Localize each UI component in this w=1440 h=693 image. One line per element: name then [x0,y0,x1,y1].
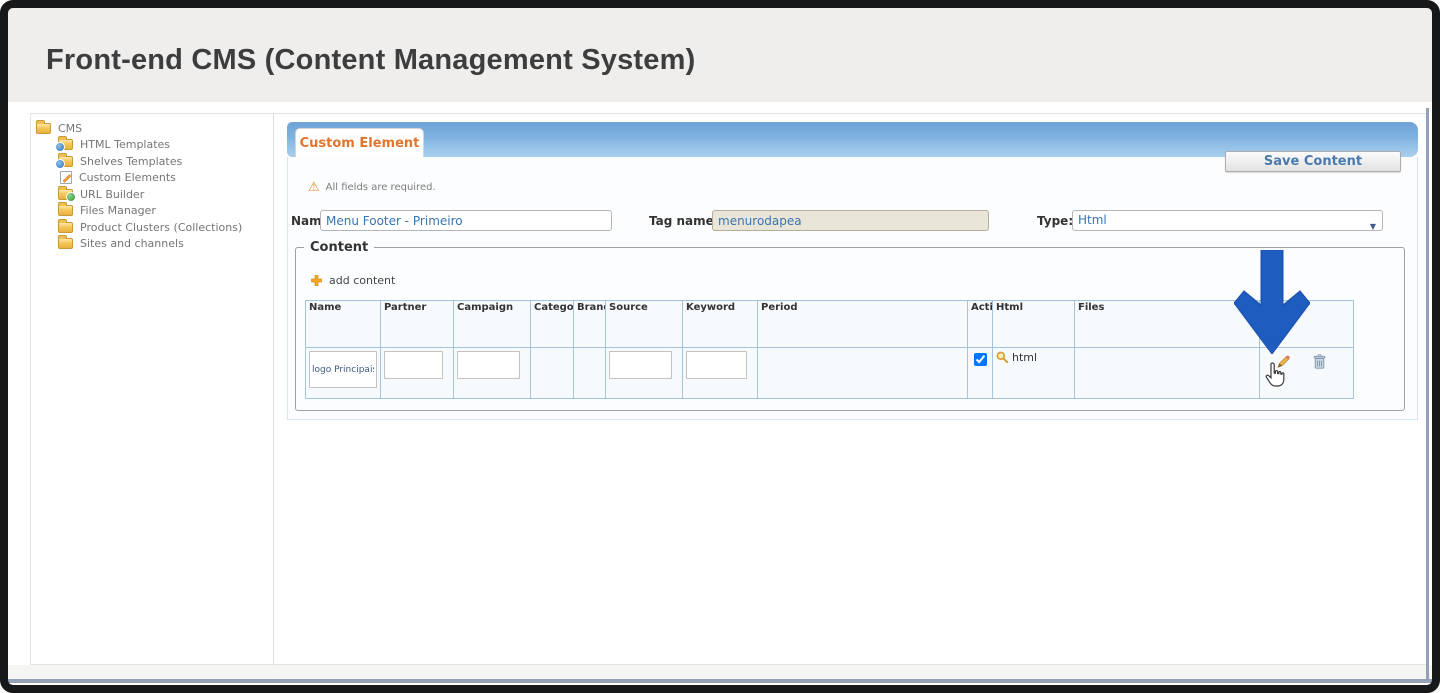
row-partner-input[interactable] [384,351,443,379]
sidebar-item-url-builder[interactable]: URL Builder [58,186,242,203]
folder-template-icon [58,139,73,150]
name-input[interactable] [320,210,612,231]
col-header-brand: Brand [574,301,606,348]
content-legend: Content [304,240,374,255]
required-note: ⚠ All fields are required. [308,181,436,194]
folder-icon [58,222,73,233]
col-header-html: Html [993,301,1075,348]
type-select[interactable]: Html ▼ [1072,210,1383,231]
type-select-value: Html [1078,213,1107,227]
col-header-actions [1260,301,1354,348]
col-header-source: Source [606,301,683,348]
col-header-period: Period [758,301,968,348]
sidebar-item-files-manager[interactable]: Files Manager [58,203,242,220]
sidebar-item-shelves-templates[interactable]: Shelves Templates [58,153,242,170]
header-band: Front-end CMS (Content Management System… [8,8,1432,102]
sidebar-item-product-clusters[interactable]: Product Clusters (Collections) [58,219,242,236]
edit-pencil-icon[interactable] [1275,354,1291,374]
content-table: Name Partner Campaign Category Brand Sou… [305,300,1354,399]
folder-icon [58,238,73,249]
required-note-text: All fields are required. [326,182,436,193]
table-header-row: Name Partner Campaign Category Brand Sou… [306,301,1354,348]
row-keyword-input[interactable] [686,351,747,379]
bottom-strip [8,665,1432,679]
right-edge-line [1426,108,1429,682]
col-header-keyword: Keyword [683,301,758,348]
sidebar-item-sites-and-channels[interactable]: Sites and channels [58,236,242,253]
row-category-cell [531,348,574,399]
sidebar-item-label: Product Clusters (Collections) [80,221,242,234]
folder-template-icon [58,156,73,167]
col-header-files: Files [1075,301,1260,348]
sidebar-tree: CMS HTML Templates Shelves Templates Cus… [36,120,242,252]
table-row: html [306,348,1354,399]
sidebar-divider [273,113,274,665]
sidebar-item-label: Files Manager [80,204,156,217]
page-title: Front-end CMS (Content Management System… [46,44,695,77]
sidebar-item-label: Custom Elements [79,171,176,184]
row-brand-cell [574,348,606,399]
sidebar-item-label: HTML Templates [80,138,170,151]
row-name-input[interactable] [309,351,377,388]
row-files-cell [1075,348,1260,399]
col-header-active: Active [968,301,993,348]
row-active-checkbox[interactable] [974,353,987,366]
sidebar-item-html-templates[interactable]: HTML Templates [58,137,242,154]
col-header-campaign: Campaign [454,301,531,348]
tree-root-label: CMS [58,122,82,135]
chevron-down-icon: ▼ [1370,217,1376,236]
html-preview-link[interactable]: html [996,351,1071,364]
tagname-label: Tag name: [649,214,719,228]
delete-trash-icon[interactable] [1313,354,1326,374]
row-campaign-input[interactable] [457,351,520,379]
sidebar-item-label: Shelves Templates [80,155,182,168]
add-icon [310,274,323,287]
col-header-name: Name [306,301,381,348]
folder-link-icon [58,189,73,200]
open-folder-icon [36,123,51,134]
bottom-edge-line [8,679,1432,683]
html-link-label: html [1012,351,1037,364]
magnifier-icon [996,351,1009,364]
app-window: Front-end CMS (Content Management System… [0,0,1440,693]
save-content-button[interactable]: Save Content [1225,151,1401,172]
warning-icon: ⚠ [308,181,320,194]
col-header-category: Category [531,301,574,348]
folder-icon [58,205,73,216]
row-source-input[interactable] [609,351,672,379]
sidebar-item-label: Sites and channels [80,237,184,250]
add-content-label: add content [329,274,395,287]
tree-root-cms[interactable]: CMS [36,120,242,137]
row-period-cell [758,348,968,399]
tagname-input[interactable] [712,210,989,231]
col-header-partner: Partner [381,301,454,348]
type-label: Type: [1037,214,1073,228]
sidebar-item-label: URL Builder [80,188,144,201]
sidebar-item-custom-elements[interactable]: Custom Elements [58,170,242,187]
tab-custom-element[interactable]: Custom Element [295,128,424,157]
add-content-link[interactable]: add content [310,274,395,287]
edit-page-icon [60,171,72,184]
